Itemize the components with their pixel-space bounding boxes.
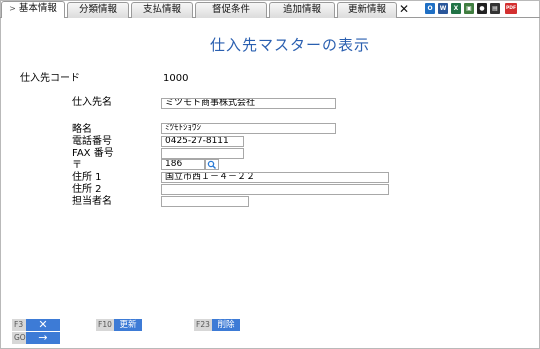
phone-field[interactable]: 0425-27-8111 [161,136,244,147]
supplier-name-label: 仕入先名 [72,97,112,108]
f10-update-button[interactable]: F10 更新 [96,319,142,331]
f10-key-label: F10 [96,319,114,331]
arrow-right-icon: → [26,332,60,344]
tab-category-info[interactable]: 分類情報 [67,2,129,18]
close-icon[interactable]: ✕ [399,2,409,16]
postal-field[interactable]: 186 [161,159,205,170]
page-title: 仕入先マスターの表示 [209,36,370,54]
tab-label: 追加情報 [282,4,321,15]
tab-label: 更新情報 [347,4,386,15]
pdf-icon[interactable]: PDF [505,3,517,14]
fax-field[interactable] [161,148,244,159]
contact-field[interactable] [161,196,249,207]
copy-icon[interactable]: ▣ [464,3,474,14]
f23-key-label: F23 [194,319,212,331]
delete-label: 削除 [212,319,240,331]
supplier-code-label: 仕入先コード [20,73,80,84]
short-name-label: 略名 [72,124,92,135]
postal-search-button[interactable] [205,159,219,170]
tab-dunning-conditions[interactable]: 督促条件 [195,2,267,18]
tab-label: 分類情報 [78,4,117,15]
search-icon [207,160,216,169]
tab-label: 督促条件 [211,4,250,15]
phone-label: 電話番号 [72,136,112,147]
tab-bar: > 基本情報 分類情報 支払情報 督促条件 追加情報 更新情報 ✕ O W X ▣… [0,0,540,18]
f3-close-button[interactable]: F3 ✕ [12,319,60,331]
tab-payment-info[interactable]: 支払情報 [131,2,193,18]
update-label: 更新 [114,319,142,331]
tab-arrow-icon: > [9,4,16,13]
outlook-icon[interactable]: O [425,3,435,14]
tab-basic-info[interactable]: > 基本情報 [1,1,65,18]
tab-label: 基本情報 [18,3,57,14]
postal-label: 〒 [72,160,82,171]
tab-label: 支払情報 [142,4,181,15]
address1-label: 住所 1 [72,172,102,183]
tab-update-info[interactable]: 更新情報 [337,2,397,18]
go-key-label: GO [12,332,26,344]
supplier-name-field[interactable]: ミツモト商事株式会社 [161,98,336,109]
close-icon: ✕ [26,319,60,331]
camera-icon[interactable]: ● [477,3,487,14]
tab-additional-info[interactable]: 追加情報 [269,2,335,18]
address2-field[interactable] [161,184,389,195]
fax-label: FAX 番号 [72,148,114,159]
excel-icon[interactable]: X [451,3,461,14]
address2-label: 住所 2 [72,184,102,195]
go-button[interactable]: GO → [12,332,60,344]
f23-delete-button[interactable]: F23 削除 [194,319,240,331]
word-icon[interactable]: W [438,3,448,14]
supplier-code-value: 1000 [163,73,189,84]
short-name-field[interactable]: ﾐﾂﾓﾄｼｮｳｼﾞ [161,123,336,134]
f3-key-label: F3 [12,319,26,331]
contact-label: 担当者名 [72,196,112,207]
printer-icon[interactable]: ▤ [490,3,500,14]
address1-field[interactable]: 国立市西１－４－２２ [161,172,389,183]
